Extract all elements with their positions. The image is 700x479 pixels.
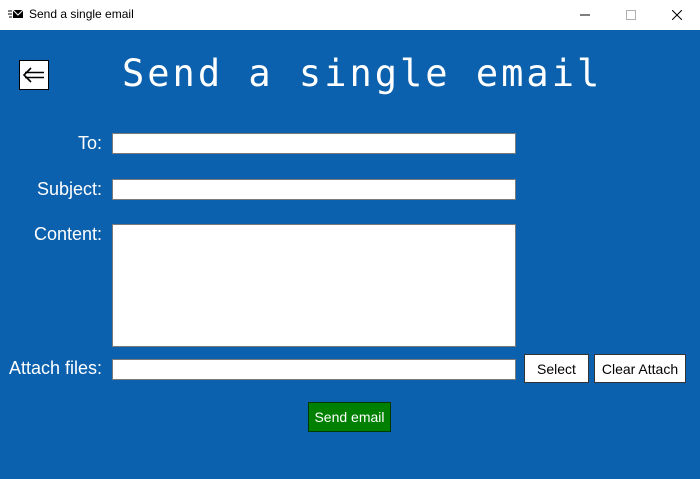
- minimize-button[interactable]: [562, 0, 608, 30]
- attach-files-field[interactable]: [112, 359, 516, 380]
- maximize-icon: [626, 10, 636, 20]
- to-label: To:: [77, 133, 102, 153]
- page-title: Send a single email: [122, 52, 603, 95]
- app-window: Send a single email Send a single email …: [0, 0, 700, 479]
- content-textarea[interactable]: [112, 224, 516, 347]
- back-button[interactable]: [19, 60, 49, 90]
- close-icon: [672, 10, 682, 20]
- content-label: Content:: [33, 224, 102, 244]
- attach-files-label: Attach files:: [8, 358, 102, 378]
- clear-attach-button[interactable]: Clear Attach: [594, 354, 686, 383]
- subject-field[interactable]: [112, 179, 516, 200]
- close-button[interactable]: [654, 0, 700, 30]
- select-button[interactable]: Select: [524, 354, 589, 383]
- maximize-button[interactable]: [608, 0, 654, 30]
- title-bar: Send a single email: [0, 0, 700, 30]
- send-email-button[interactable]: Send email: [308, 402, 391, 432]
- minimize-icon: [580, 14, 590, 16]
- mail-icon: [8, 8, 24, 22]
- subject-label: Subject:: [36, 179, 102, 199]
- window-title: Send a single email: [29, 7, 134, 21]
- back-arrow-icon: [22, 67, 44, 83]
- to-field[interactable]: [112, 133, 516, 154]
